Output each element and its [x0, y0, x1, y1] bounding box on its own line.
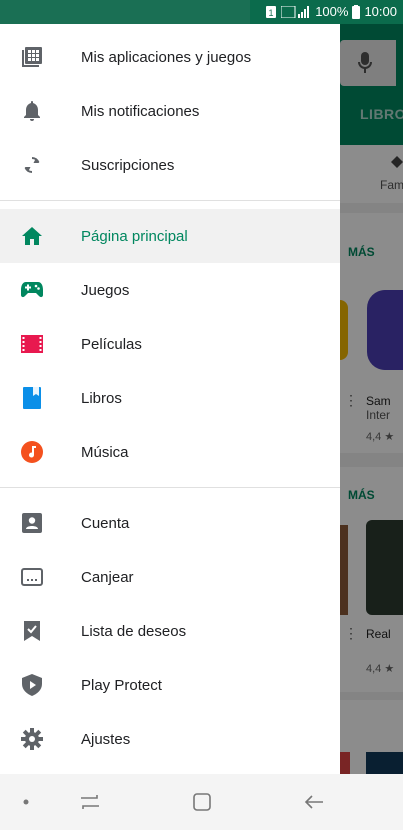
drawer-group-personal: Mis aplicaciones y juegos Mis notificaci…	[0, 24, 340, 192]
drawer-item-account[interactable]: Cuenta	[0, 496, 340, 550]
drawer-scrim[interactable]	[340, 24, 403, 774]
drawer-group-account: Cuenta Canjear Lista de deseos Play Prot…	[0, 496, 340, 766]
gear-icon	[20, 727, 44, 751]
gamepad-icon	[20, 278, 44, 302]
drawer-item-settings[interactable]: Ajustes	[0, 712, 340, 766]
music-icon	[20, 440, 44, 464]
nav-dot-button[interactable]	[14, 792, 38, 812]
navigation-drawer: Mis aplicaciones y juegos Mis notificaci…	[0, 24, 340, 774]
drawer-item-music[interactable]: Música	[0, 425, 340, 479]
drawer-divider	[0, 200, 340, 201]
account-icon	[20, 511, 44, 535]
dot-icon	[23, 799, 29, 805]
drawer-item-wishlist[interactable]: Lista de deseos	[0, 604, 340, 658]
status-bar: 1 100% 10:00	[0, 0, 403, 24]
drawer-item-my-apps[interactable]: Mis aplicaciones y juegos	[0, 30, 340, 84]
drawer-item-books[interactable]: Libros	[0, 371, 340, 425]
system-navigation-bar	[0, 774, 403, 830]
battery-icon	[352, 4, 361, 19]
film-icon	[20, 332, 44, 356]
drawer-item-movies[interactable]: Películas	[0, 317, 340, 371]
home-button[interactable]	[190, 792, 214, 812]
drawer-item-home[interactable]: Página principal	[0, 209, 340, 263]
back-button[interactable]	[302, 792, 326, 812]
wishlist-icon	[20, 619, 44, 643]
drawer-item-play-protect[interactable]: Play Protect	[0, 658, 340, 712]
shield-icon	[20, 673, 44, 697]
sim-icon: 1	[266, 5, 277, 18]
refresh-icon	[20, 153, 44, 177]
bell-icon	[20, 99, 44, 123]
home-square-icon	[193, 793, 211, 811]
drawer-group-store: Página principal Juegos Películas Libros…	[0, 209, 340, 479]
signal-icon	[281, 5, 310, 18]
drawer-item-subscriptions[interactable]: Suscripciones	[0, 138, 340, 192]
drawer-item-redeem[interactable]: Canjear	[0, 550, 340, 604]
apps-grid-icon	[20, 45, 44, 69]
drawer-divider	[0, 487, 340, 488]
recent-apps-icon	[81, 795, 99, 809]
battery-percentage: 100%	[315, 4, 349, 19]
clock: 10:00	[364, 4, 397, 19]
drawer-item-notifications[interactable]: Mis notificaciones	[0, 84, 340, 138]
book-icon	[20, 386, 44, 410]
drawer-item-games[interactable]: Juegos	[0, 263, 340, 317]
redeem-icon	[20, 565, 44, 589]
home-icon	[20, 224, 44, 248]
recent-apps-button[interactable]	[78, 792, 102, 812]
svg-text:1: 1	[269, 8, 274, 18]
back-arrow-icon	[304, 795, 323, 809]
drawer-item-label: Mis aplicaciones y juegos	[81, 48, 252, 66]
